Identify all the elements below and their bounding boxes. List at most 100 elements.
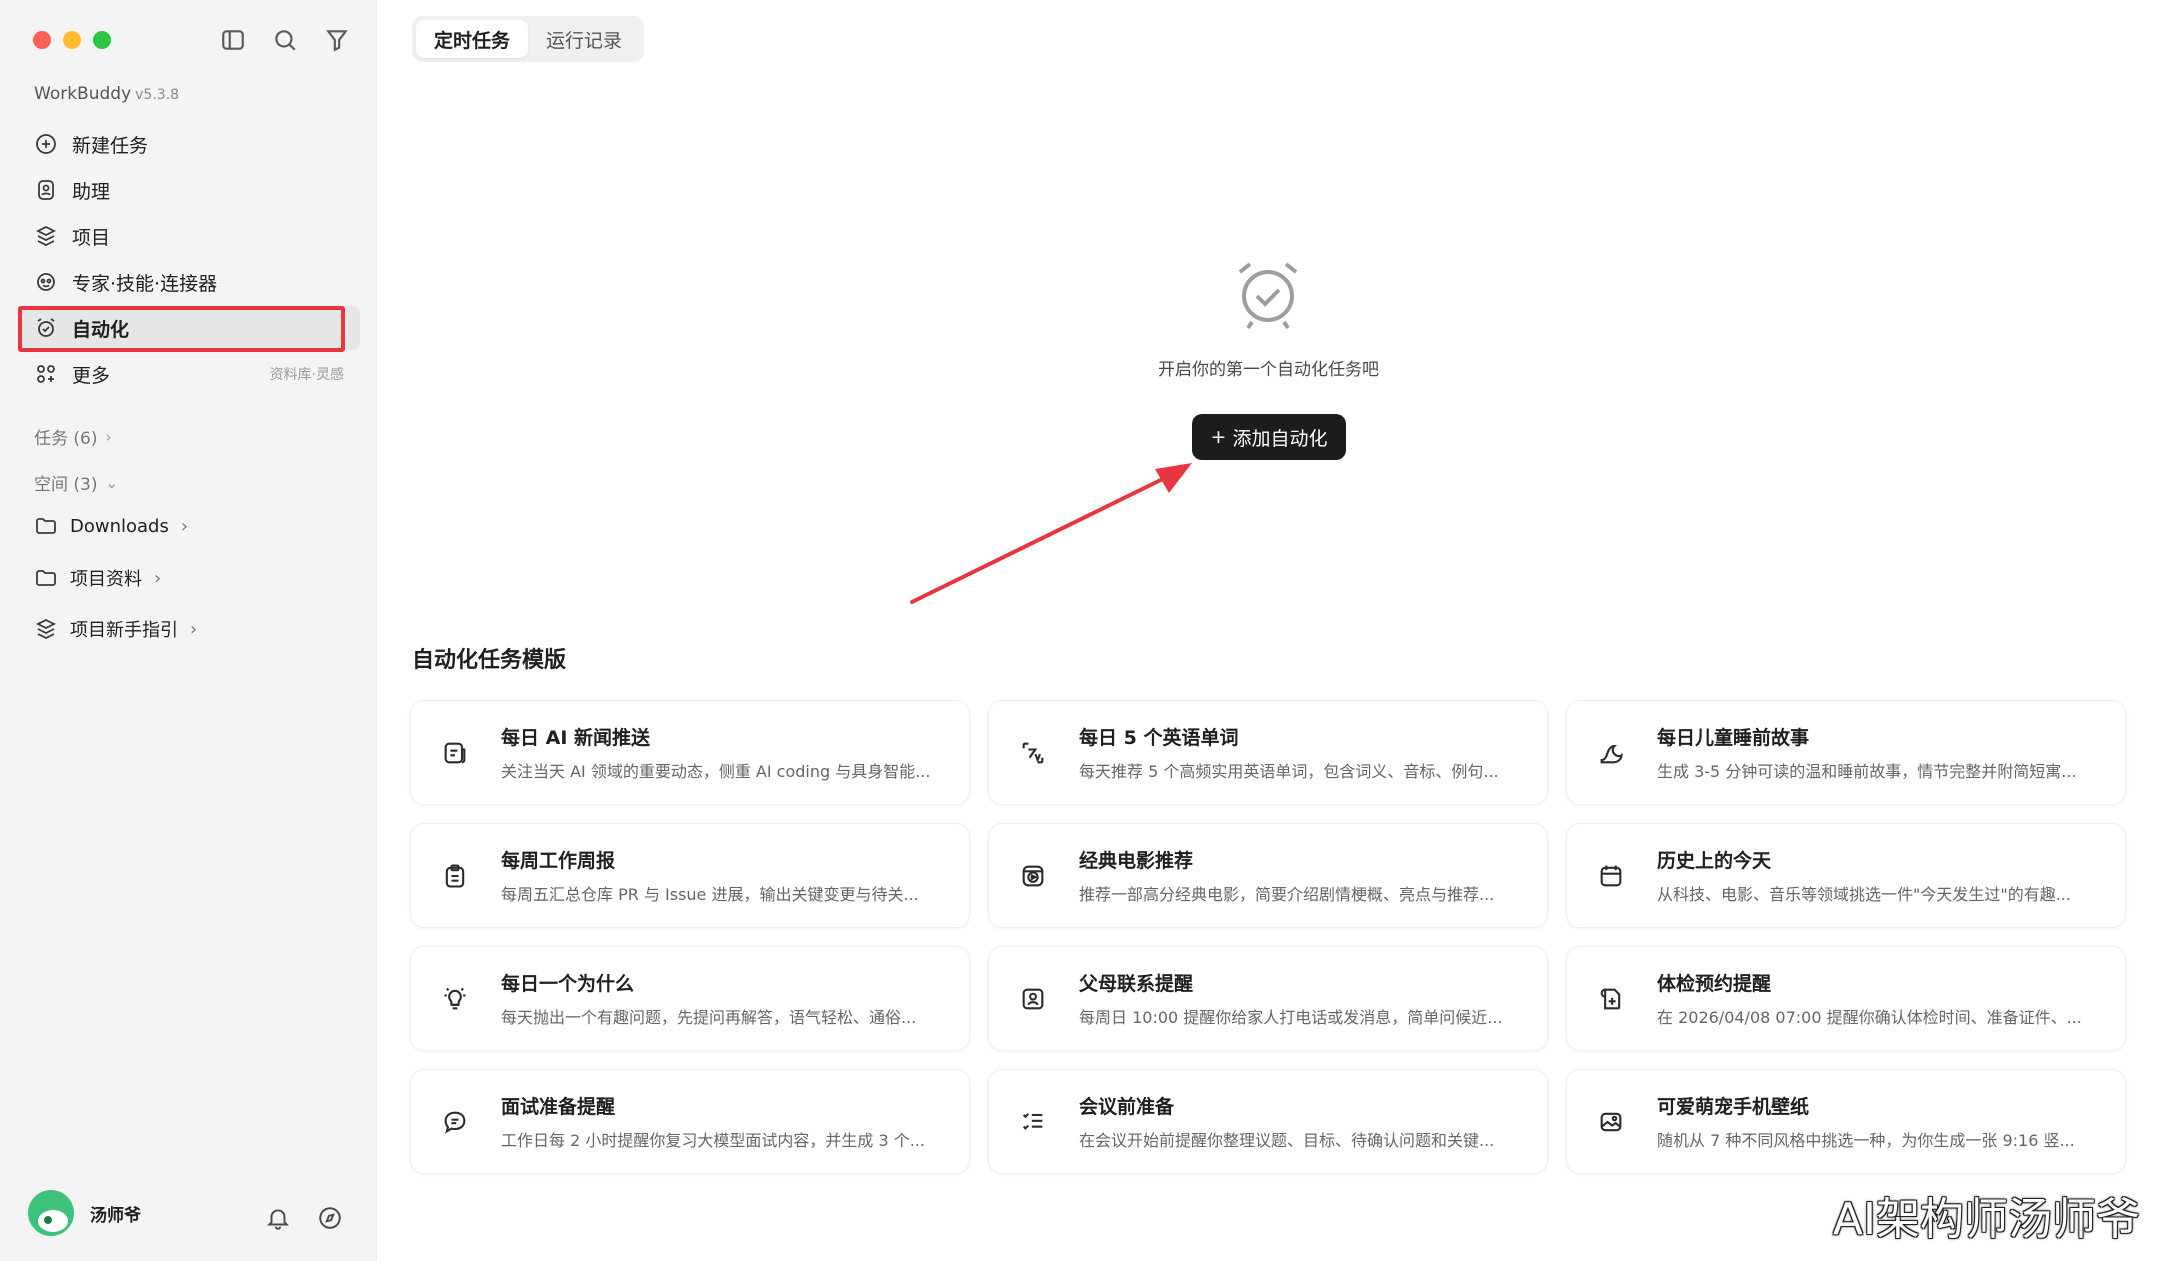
template-card[interactable]: 经典电影推荐推荐一部高分经典电影，简要介绍剧情梗概、亮点与推荐... [988, 823, 1548, 928]
template-title: 每日 AI 新闻推送 [501, 727, 651, 749]
template-desc: 从科技、电影、音乐等领域挑选一件"今天发生过"的有趣... [1657, 885, 2071, 904]
sidebar-footer-actions [265, 1205, 343, 1231]
calendar-icon [1595, 860, 1627, 892]
nav-item-new-task[interactable]: 新建任务 [20, 122, 360, 166]
template-desc: 每天推荐 5 个高频实用英语单词，包含词义、音标、例句... [1079, 762, 1499, 781]
folder-label: 项目新手指引 [70, 620, 178, 641]
template-card[interactable]: 历史上的今天从科技、电影、音乐等领域挑选一件"今天发生过"的有趣... [1566, 823, 2126, 928]
template-title: 历史上的今天 [1657, 850, 1772, 872]
health-icon [1595, 983, 1627, 1015]
clipboard-icon [439, 860, 471, 892]
nav-item-experts[interactable]: 专家·技能·连接器 [20, 260, 360, 304]
template-desc: 每天抛出一个有趣问题，先提问再解答，语气轻松、通俗... [501, 1008, 917, 1027]
folder-project-guide[interactable]: 项目新手指引 › [34, 616, 197, 642]
folder-project-materials[interactable]: 项目资料 › [34, 565, 161, 591]
add-automation-button[interactable]: + 添加自动化 [1192, 414, 1346, 460]
template-title: 每日一个为什么 [501, 973, 635, 995]
template-desc: 随机从 7 种不同风格中挑选一种，为你生成一张 9:16 竖... [1657, 1131, 2075, 1150]
chat-icon [439, 1106, 471, 1138]
chevron-right-icon: › [154, 567, 162, 589]
avatar[interactable] [28, 1190, 74, 1236]
template-card[interactable]: 每日 AI 新闻推送 关注当天 AI 领域的重要动态，侧重 AI coding 与… [410, 700, 970, 805]
nav-item-label: 更多 [72, 364, 111, 387]
template-desc: 推荐一部高分经典电影，简要介绍剧情梗概、亮点与推荐... [1079, 885, 1495, 904]
alarm-check-icon [1230, 256, 1306, 332]
tab-scheduled-tasks[interactable]: 定时任务 [416, 20, 529, 58]
nav-item-label: 助理 [72, 180, 111, 203]
user-profile[interactable]: 汤师爷 [28, 1190, 141, 1236]
template-desc: 在 2026/04/08 07:00 提醒你确认体检时间、准备证件、... [1657, 1008, 2082, 1027]
expert-icon [37, 273, 55, 291]
main-content: 定时任务 运行记录 开启你的第一个自动化任务吧 + 添加自动化 自动化任务模版 … [377, 0, 2160, 1261]
chevron-right-icon: › [180, 515, 189, 537]
folder-label: 项目资料 [70, 569, 142, 590]
template-title: 会议前准备 [1079, 1096, 1175, 1118]
template-desc: 每周日 10:00 提醒你给家人打电话或发消息，简单问候近... [1079, 1008, 1503, 1027]
nav-item-automation[interactable]: 自动化 [20, 306, 360, 350]
template-desc: 工作日每 2 小时提醒你复习大模型面试内容，并生成 3 个... [501, 1131, 925, 1150]
nav-item-more[interactable]: 更多 资料库·灵感 [20, 352, 360, 396]
templates-title: 自动化任务模版 [412, 648, 567, 673]
zoom-window-button[interactable] [93, 31, 111, 49]
translate-icon [1017, 737, 1049, 769]
template-title: 父母联系提醒 [1079, 973, 1194, 995]
nav-item-label: 新建任务 [72, 134, 149, 157]
nav-item-label: 专家·技能·连接器 [72, 272, 218, 295]
chevron-right-icon: › [190, 618, 198, 640]
folder-label: Downloads [70, 515, 169, 537]
tab-bar: 定时任务 运行记录 [412, 16, 645, 62]
template-title: 每周工作周报 [501, 850, 616, 872]
nav-item-assistant[interactable]: 助理 [20, 168, 360, 212]
film-icon [1017, 860, 1049, 892]
window-controls [33, 31, 111, 49]
tab-run-history[interactable]: 运行记录 [528, 20, 640, 58]
apps-icon [37, 365, 55, 383]
bell-icon[interactable] [265, 1205, 291, 1231]
app-name: WorkBuddy [34, 84, 132, 104]
chevron-right-icon: › [105, 427, 112, 446]
template-card[interactable]: 会议前准备 在会议开始前提醒你整理议题、目标、待确认问题和关键... [988, 1069, 1548, 1174]
nav-item-label: 自动化 [72, 318, 130, 341]
search-icon[interactable] [270, 25, 300, 55]
sidebar-nav: 新建任务 助理 项目 专家·技能·连接器 自动化 更多 资料库·灵感 [20, 122, 360, 398]
spaces-section-header[interactable]: 空间 (3) ⌄ [34, 470, 119, 496]
template-card[interactable]: 体检预约提醒在 2026/04/08 07:00 提醒你确认体检时间、准备证件、… [1566, 946, 2126, 1051]
template-title: 经典电影推荐 [1079, 850, 1194, 872]
tasks-section-label: 任务 (6) [34, 429, 98, 449]
nav-item-project[interactable]: 项目 [20, 214, 360, 258]
filter-icon[interactable] [322, 25, 352, 55]
folder-icon [36, 518, 56, 534]
nav-item-hint: 资料库·灵感 [269, 367, 344, 383]
project-icon [35, 225, 57, 247]
compass-icon[interactable] [317, 1205, 343, 1231]
template-card[interactable]: 父母联系提醒每周日 10:00 提醒你给家人打电话或发消息，简单问候近... [988, 946, 1548, 1051]
template-card[interactable]: 可爱萌宠手机壁纸随机从 7 种不同风格中挑选一种，为你生成一张 9:16 竖..… [1566, 1069, 2126, 1174]
username: 汤师爷 [90, 1205, 141, 1226]
empty-state-text: 开启你的第一个自动化任务吧 [1158, 360, 1379, 380]
sidebar-toggle-icon[interactable] [218, 25, 248, 55]
app-brand: WorkBuddy v5.3.8 [34, 84, 179, 104]
template-card[interactable]: 每日一个为什么每天抛出一个有趣问题，先提问再解答，语气轻松、通俗... [410, 946, 970, 1051]
template-grid: 每日 AI 新闻推送 关注当天 AI 领域的重要动态，侧重 AI coding 与… [410, 700, 2126, 1174]
add-automation-label: 添加自动化 [1232, 427, 1328, 450]
close-window-button[interactable] [33, 31, 51, 49]
minimize-window-button[interactable] [63, 31, 81, 49]
app-window: WorkBuddy v5.3.8 新建任务 助理 项目 专家·技能·连接器 自动化 [0, 0, 2160, 1261]
plus-circle-icon [36, 134, 56, 154]
template-card[interactable]: 每日儿童睡前故事 生成 3-5 分钟可读的温和睡前故事，情节完整并附简短寓... [1566, 700, 2126, 805]
tasks-section-header[interactable]: 任务 (6) › [34, 424, 112, 450]
plus-icon: + [1210, 426, 1227, 448]
template-card[interactable]: 每日 5 个英语单词 每天推荐 5 个高频实用英语单词，包含词义、音标、例句... [988, 700, 1548, 805]
template-desc: 每周五汇总仓库 PR 与 Issue 进展，输出关键变更与待关... [501, 885, 919, 904]
image-icon [1595, 1106, 1627, 1138]
chevron-down-icon: ⌄ [105, 473, 119, 492]
folder-downloads[interactable]: Downloads › [34, 514, 188, 538]
template-card[interactable]: 面试准备提醒 工作日每 2 小时提醒你复习大模型面试内容，并生成 3 个... [410, 1069, 970, 1174]
template-card[interactable]: 每周工作周报每周五汇总仓库 PR 与 Issue 进展，输出关键变更与待关... [410, 823, 970, 928]
template-title: 每日儿童睡前故事 [1657, 727, 1810, 749]
folder-icon [36, 570, 56, 586]
template-title: 可爱萌宠手机壁纸 [1657, 1096, 1810, 1118]
spaces-section-label: 空间 (3) [34, 475, 98, 495]
sidebar: WorkBuddy v5.3.8 新建任务 助理 项目 专家·技能·连接器 自动化 [0, 0, 377, 1261]
watermark: AI架构师汤师爷 [1832, 1194, 2140, 1245]
